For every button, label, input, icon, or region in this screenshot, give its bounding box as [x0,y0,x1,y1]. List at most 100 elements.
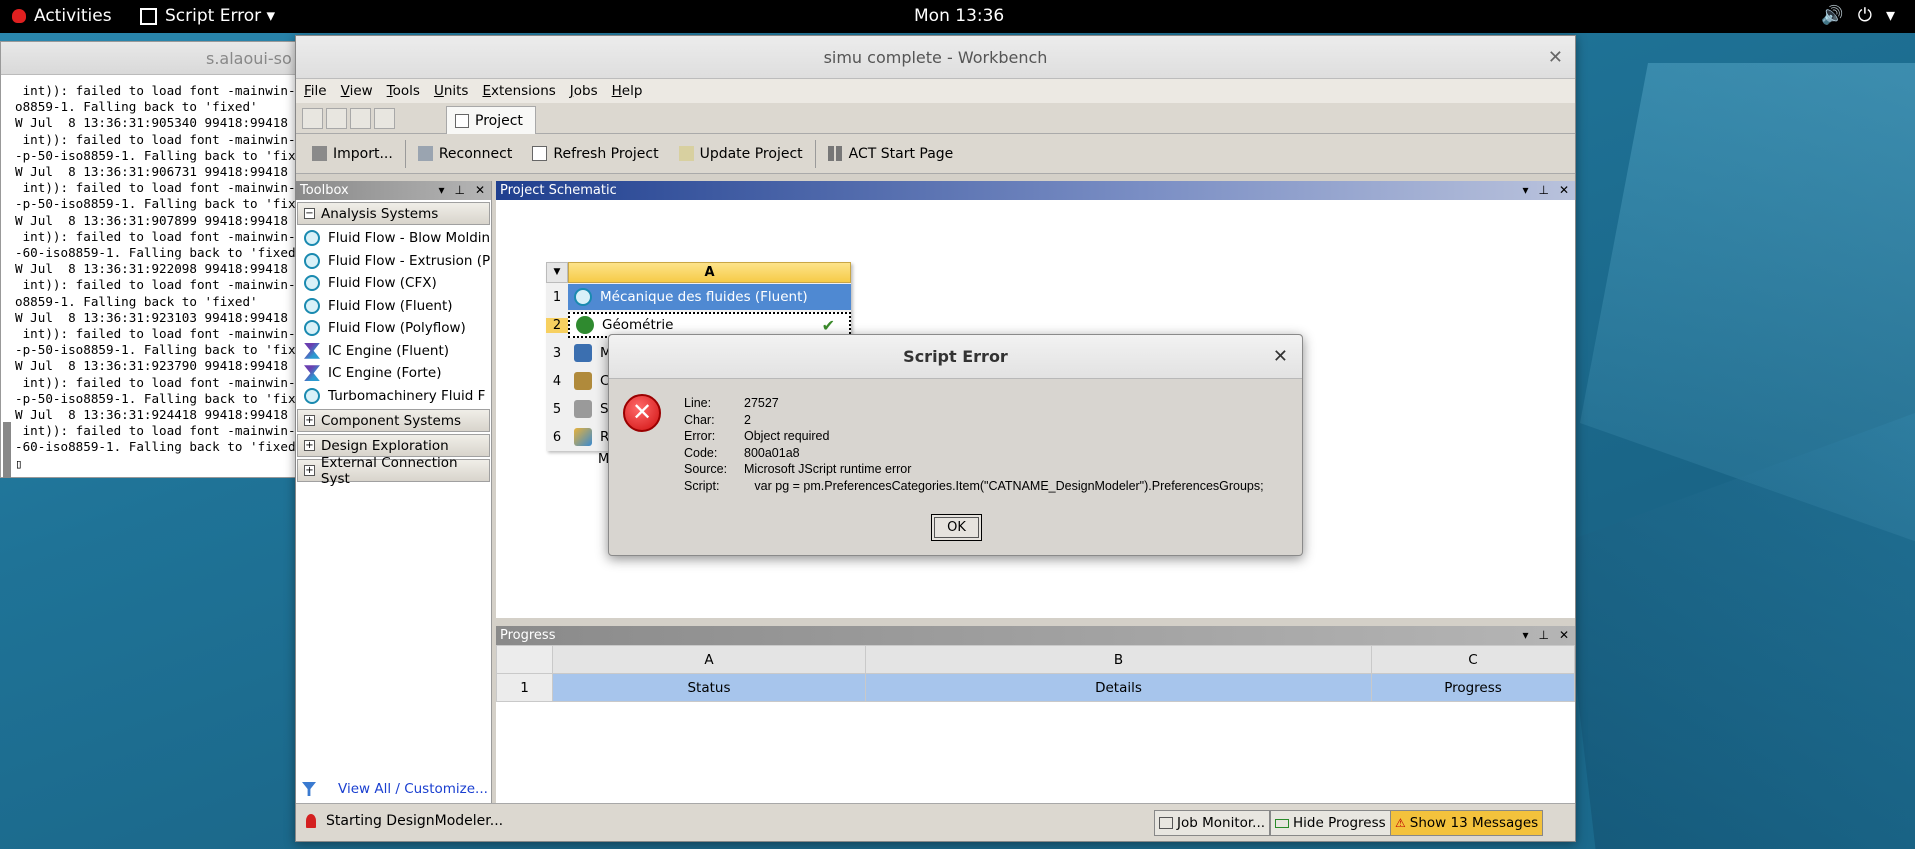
activities-button[interactable]: Activities [12,6,112,26]
toolbox-item-label: IC Engine (Forte) [328,365,442,382]
close-icon[interactable]: ✕ [1559,181,1569,200]
new-file-icon[interactable] [302,108,323,129]
clock[interactable]: Mon 13:36 [914,6,1004,26]
corner-cell [496,645,553,674]
menu-tools[interactable]: Tools [387,83,420,99]
pin-icon[interactable]: ⊥ [1538,181,1548,200]
menu-extensions[interactable]: Extensions [482,83,555,99]
toolbox-item[interactable]: Fluid Flow - Extrusion (P [296,250,491,273]
detail-key: Code: [684,445,718,460]
pin-icon[interactable]: ⊥ [1538,626,1548,645]
update-project-button[interactable]: Update Project [669,139,813,169]
toolbox-item[interactable]: Turbomachinery Fluid F [296,385,491,408]
ok-button[interactable]: OK [931,514,982,541]
open-file-icon[interactable] [326,108,347,129]
group-label: Design Exploration [321,437,449,454]
terminal-output: int)): failed to load font -mainwin- o88… [15,83,296,471]
view-all-customize-link[interactable]: View All / Customize... [338,781,488,797]
status-text: Starting DesignModeler... [326,813,504,829]
column-header: C [1371,645,1575,674]
terminal-scrollbar[interactable] [3,422,11,478]
monitor-icon [1159,817,1173,829]
show-messages-button[interactable]: ⚠ Show 13 Messages [1390,810,1544,836]
save-as-icon[interactable] [374,108,395,129]
power-icon[interactable]: ⏻ [1858,5,1872,26]
tab-project[interactable]: Project [446,106,536,134]
setup-icon [574,372,592,390]
toolbox-footer: View All / Customize... [296,775,492,803]
terminal-window[interactable]: s.alaoui-so int)): failed to load font -… [0,41,300,478]
close-icon[interactable]: ✕ [475,181,485,200]
group-external-connection[interactable]: + External Connection Syst [297,455,490,487]
progress-table: A B C 1 Status Details Progress [496,645,1575,702]
system-tray[interactable]: 🔊 ⏻ ▾ [1821,5,1895,26]
job-monitor-label: Job Monitor... [1177,815,1266,831]
close-icon[interactable]: ✕ [1559,626,1569,645]
row-number: 6 [552,429,562,445]
toolbox-item[interactable]: Fluid Flow - Blow Moldin [296,227,491,250]
chevron-down-icon[interactable]: ▾ [438,181,444,200]
act-start-page-button[interactable]: ACT Start Page [818,139,964,169]
reconnect-label: Reconnect [438,145,513,162]
detail-key: Line: [684,396,712,410]
toolbar-separator [814,139,816,168]
toolbox-item[interactable]: Fluid Flow (Polyflow) [296,317,491,340]
reconnect-button[interactable]: Reconnect [408,139,523,169]
chevron-down-icon[interactable]: ▾ [1522,626,1528,645]
import-label: Import... [333,145,393,162]
row-number: 1 [552,289,562,305]
show-messages-label: Show 13 Messages [1409,815,1539,831]
toolbox-item[interactable]: Fluid Flow (CFX) [296,272,491,295]
app-menu[interactable]: Script Error ▾ [140,6,275,26]
close-icon[interactable]: ✕ [1273,335,1288,379]
system-cell[interactable]: Mécanique des fluides (Fluent) [568,284,851,310]
volume-icon[interactable]: 🔊 [1821,5,1843,26]
detail-row: Char: 2 [684,412,1264,429]
group-label: External Connection Syst [320,454,458,487]
chevron-down-icon[interactable]: ▾ [1522,181,1528,200]
toolbox-title: Toolbox [300,183,349,198]
column-header: B [865,645,1372,674]
menu-units[interactable]: Units [434,83,469,99]
designmodeler-icon [576,316,594,334]
mesh-icon [574,344,592,362]
menu-view[interactable]: View [341,83,373,99]
close-icon[interactable]: ✕ [1548,36,1563,79]
chevron-down-icon[interactable]: ▾ [1886,5,1895,26]
system-name: Mécanique des fluides (Fluent) [600,289,808,305]
import-button[interactable]: Import... [302,139,403,169]
menu-help[interactable]: Help [612,83,643,99]
toolbox-item[interactable]: IC Engine (Fluent) [296,340,491,363]
save-icon[interactable] [350,108,371,129]
group-analysis-systems[interactable]: − Analysis Systems [297,202,490,225]
menu-jobs[interactable]: Jobs [570,83,598,99]
menu-file[interactable]: File [304,83,327,99]
hide-progress-button[interactable]: Hide Progress [1270,810,1391,836]
chevron-down-icon[interactable]: ▼ [546,262,568,283]
app-menu-label: Script Error ▾ [165,6,276,26]
system-row[interactable]: 1 Mécanique des fluides (Fluent) [546,283,851,311]
import-icon [312,146,327,161]
group-component-systems[interactable]: + Component Systems [297,409,490,432]
panel-controls: ▾ ⊥ ✕ [438,181,485,200]
toolbox-item[interactable]: IC Engine (Forte) [296,362,491,385]
refresh-project-button[interactable]: Refresh Project [522,139,668,169]
row-number: 3 [552,345,562,361]
fluent-icon [574,288,592,306]
results-icon [574,428,592,446]
fluid-icon [304,230,320,247]
refresh-label: Refresh Project [553,145,659,162]
toolbar: Import... Reconnect Refresh Project Upda… [296,134,1575,174]
toolbox-item[interactable]: Fluid Flow (Fluent) [296,295,491,318]
menu-bar: File View Tools Units Extensions Jobs He… [296,79,1575,103]
toolbar-separator [404,139,406,168]
toolbox-item-label: Fluid Flow (CFX) [328,275,437,292]
detail-value: 2 [744,412,751,427]
toolbox-panel: Toolbox ▾ ⊥ ✕ − Analysis Systems Fluid F… [296,181,492,803]
filter-icon[interactable] [302,782,316,796]
job-monitor-button[interactable]: Job Monitor... [1154,810,1271,836]
pin-icon[interactable]: ⊥ [454,181,464,200]
cell-label: Géométrie [602,317,674,333]
panel-controls: ▾ ⊥ ✕ [1522,181,1569,200]
detail-row: Line: 27527 [684,395,1264,412]
